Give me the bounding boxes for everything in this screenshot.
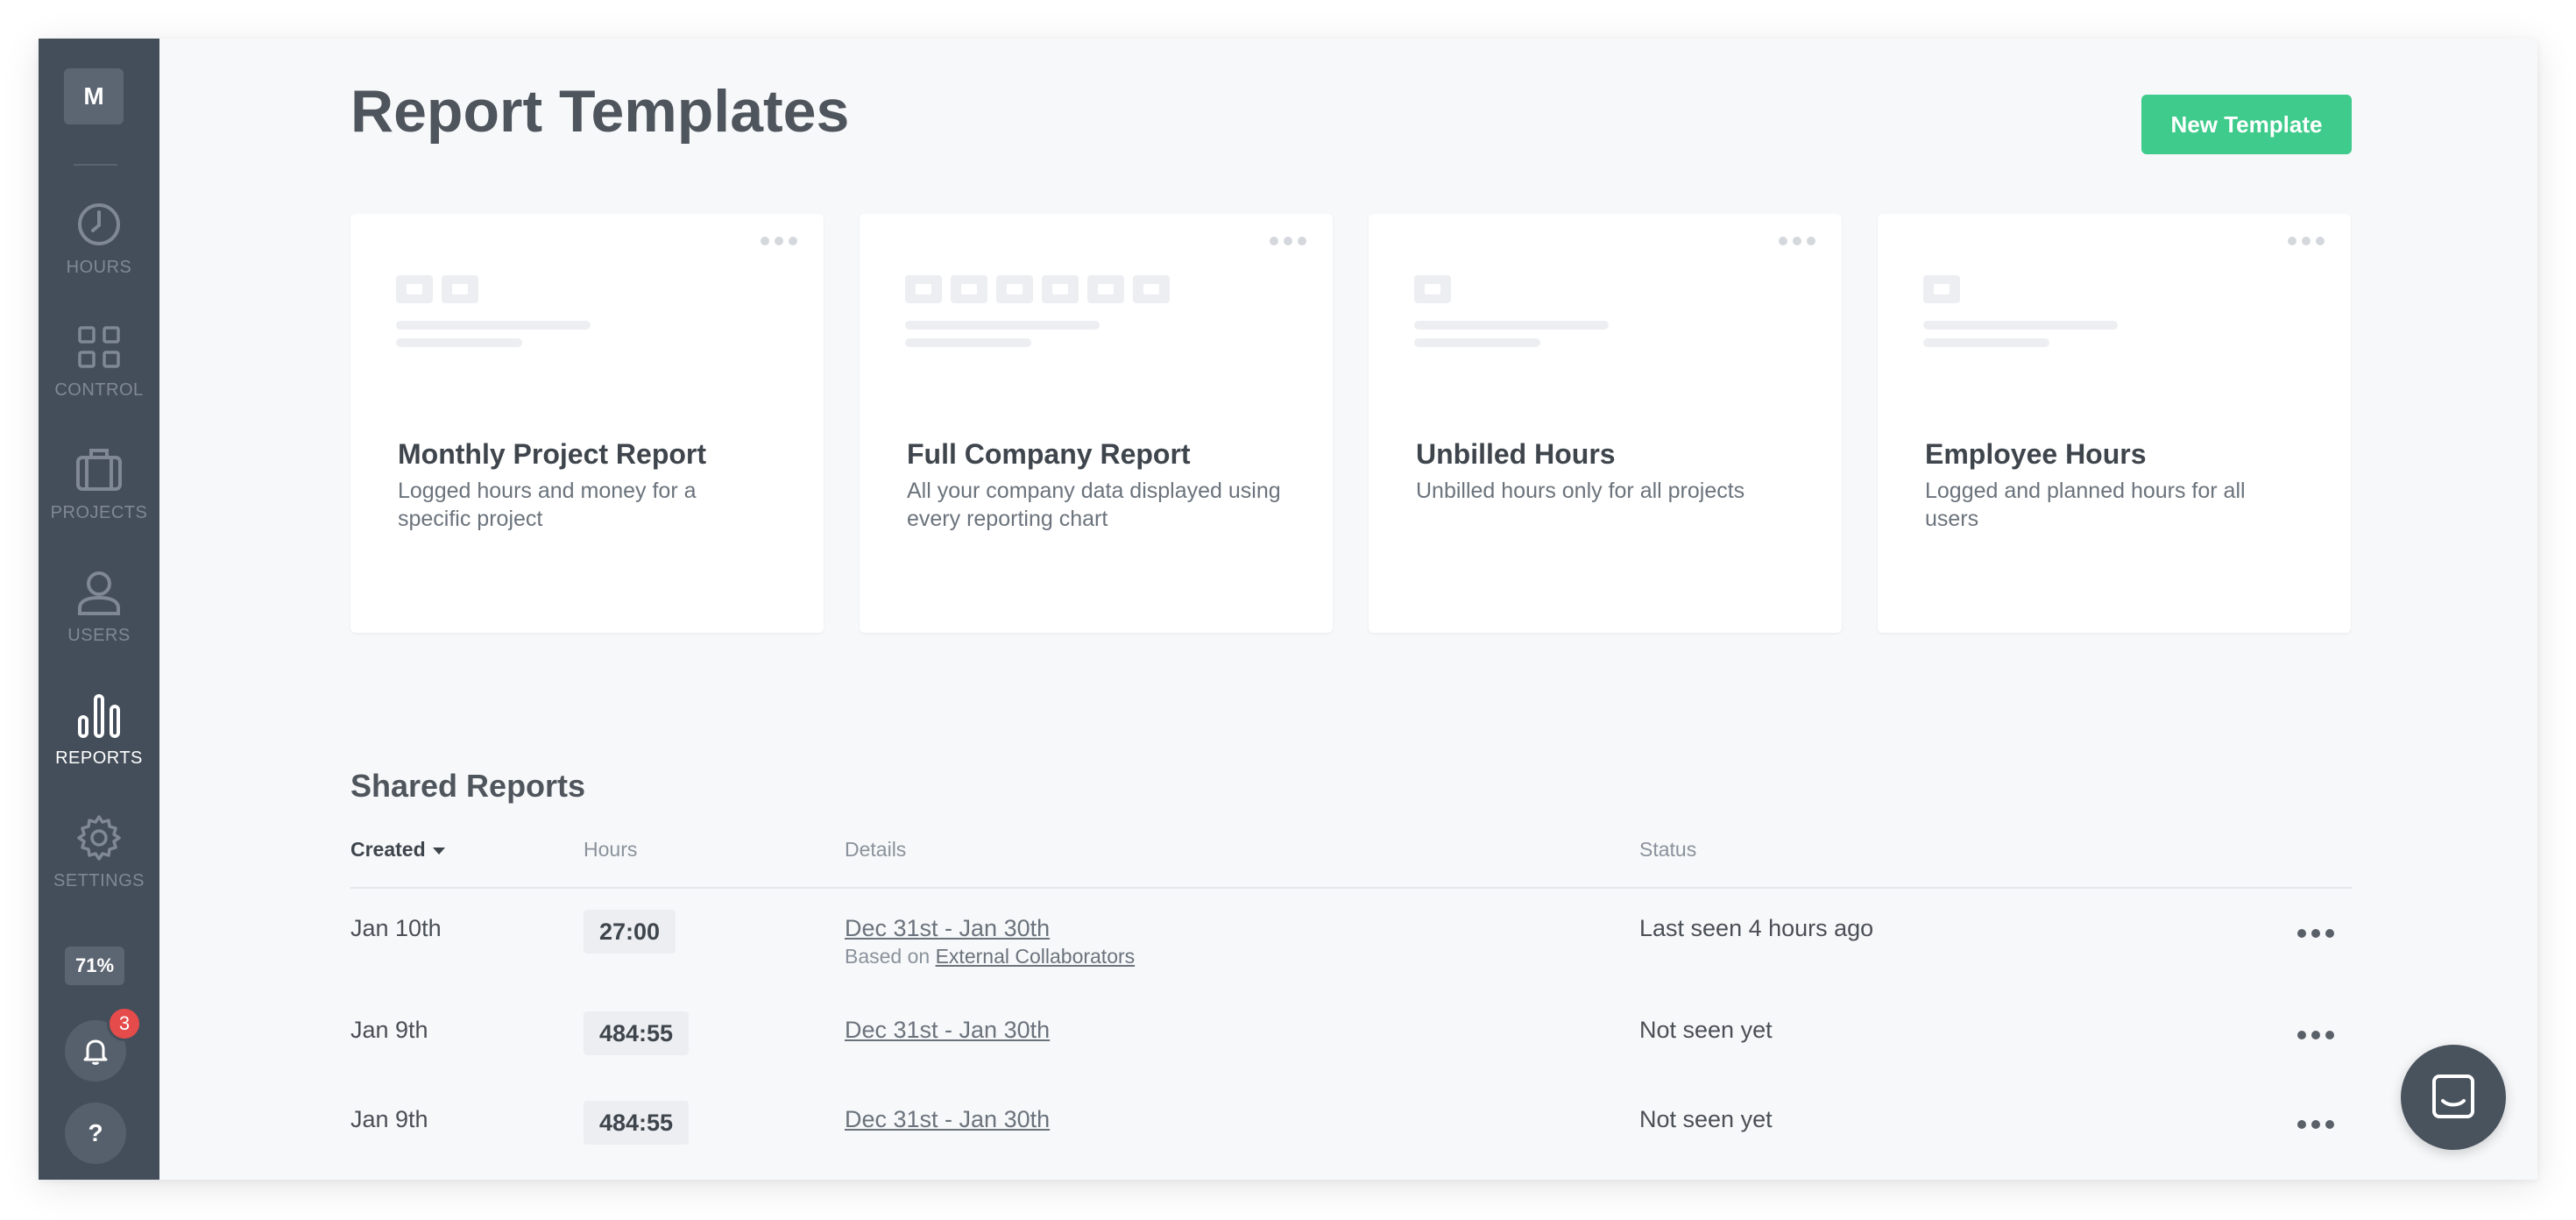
card-description: Logged and planned hours for all users [1925,479,2246,531]
row-menu-button[interactable] [2297,1120,2334,1129]
card-preview-icons [1923,275,1960,303]
user-money-preview-icon [1042,275,1079,303]
column-header-created[interactable]: Created [350,838,445,862]
sidebar-item-label: HOURS [66,258,132,277]
page-title: Report Templates [350,78,850,145]
user-card-preview-icon [1923,275,1960,303]
card-title: Unbilled Hours [1416,438,1616,470]
template-card-monthly-project[interactable]: Monthly Project Report Logged hours and … [350,214,824,633]
row-details-link[interactable]: Dec 31st - Jan 30th [845,1106,1050,1133]
template-card-unbilled-hours[interactable]: Unbilled Hours Unbilled hours only for a… [1369,214,1842,633]
sidebar-item-reports[interactable]: REPORTS [39,691,159,805]
based-on-prefix: Based on [845,945,931,968]
sidebar-item-settings[interactable]: SETTINGS [39,813,159,927]
sidebar-item-label: USERS [67,626,131,645]
row-hours-badge: 484:55 [584,1101,690,1145]
sidebar-item-projects[interactable]: PROJECTS [39,445,159,559]
zoom-level[interactable]: 71% [65,947,124,985]
based-on-link[interactable]: External Collaborators [936,945,1136,968]
card-preview-icons [1414,275,1451,303]
sort-caret-down-icon [432,847,445,855]
user-card-preview-icon [996,275,1033,303]
new-template-button[interactable]: New Template [2141,95,2352,154]
column-header-details: Details [845,838,907,861]
chat-icon [2432,1075,2474,1118]
row-created: Jan 10th [350,915,442,941]
gear-icon [77,815,121,861]
sidebar-item-label: PROJECTS [50,503,148,522]
row-details-link[interactable]: Dec 31st - Jan 30th [845,1017,1050,1044]
sidebar-item-hours[interactable]: HOURS [39,200,159,314]
card-preview-line [905,338,1031,347]
column-header-hours: Hours [584,838,638,861]
chart-preview-icon [396,275,433,303]
row-hours-badge: 27:00 [584,910,676,954]
column-header-label: Created [350,838,426,861]
template-card-full-company[interactable]: Full Company Report All your company dat… [860,214,1333,633]
card-preview-line [1414,338,1540,347]
bar-chart-icon [78,694,120,738]
row-menu-button[interactable] [2297,929,2334,938]
row-based-on: Based on External Collaborators [845,945,1135,968]
sidebar-item-control[interactable]: CONTROL [39,323,159,436]
row-details-link[interactable]: Dec 31st - Jan 30th [845,915,1050,942]
briefcase-icon [76,449,122,491]
chat-launcher-button[interactable] [2401,1045,2506,1150]
chart-preview-icon [905,275,942,303]
card-preview-line [1923,338,2049,347]
card-preview-line [1414,321,1609,330]
card-preview-line [905,321,1100,330]
card-title: Full Company Report [907,438,1191,470]
card-description: Logged hours and money for a specific pr… [398,479,697,531]
card-preview-line [1923,321,2118,330]
card-title: Monthly Project Report [398,438,707,470]
row-created: Jan 9th [350,1017,428,1043]
sidebar-divider [74,164,117,166]
clock-icon [78,203,120,245]
card-menu-button[interactable] [1270,237,1306,245]
notification-count-badge: 3 [107,1006,142,1041]
column-header-status: Status [1639,838,1697,861]
card-preview-icons [396,275,478,303]
grid-icon [78,326,120,368]
avatar[interactable]: M [64,68,124,124]
sidebar: M HOURS CONTROL PROJECTS USERS REPORTS S… [39,39,159,1180]
card-preview-line [396,321,591,330]
row-status: Not seen yet [1639,1106,1773,1132]
user-icon [78,571,120,615]
briefcase-preview-icon [951,275,987,303]
bell-icon [83,1039,108,1065]
row-created: Jan 9th [350,1106,428,1132]
money-list-preview-icon [1133,275,1170,303]
row-status: Not seen yet [1639,1017,1773,1043]
money-preview-icon [1087,275,1124,303]
section-title-shared-reports: Shared Reports [350,768,586,804]
app-window: M HOURS CONTROL PROJECTS USERS REPORTS S… [39,39,2537,1180]
briefcase-preview-icon [442,275,478,303]
card-menu-button[interactable] [761,237,797,245]
row-menu-button[interactable] [2297,1031,2334,1039]
briefcase-preview-icon [1414,275,1451,303]
card-menu-button[interactable] [1779,237,1815,245]
card-preview-icons [905,275,1170,303]
template-card-employee-hours[interactable]: Employee Hours Logged and planned hours … [1878,214,2351,633]
row-hours-badge: 484:55 [584,1011,690,1055]
card-menu-button[interactable] [2288,237,2325,245]
sidebar-item-label: REPORTS [55,748,143,768]
help-button[interactable]: ? [65,1103,126,1164]
sidebar-item-label: CONTROL [54,380,144,400]
row-status: Last seen 4 hours ago [1639,915,1874,941]
card-title: Employee Hours [1925,438,2147,470]
sidebar-item-label: SETTINGS [53,871,145,890]
sidebar-item-users[interactable]: USERS [39,568,159,682]
card-preview-line [396,338,522,347]
table-divider [350,887,2352,889]
card-description: Unbilled hours only for all projects [1416,479,1745,503]
card-description: All your company data displayed using ev… [907,479,1281,531]
